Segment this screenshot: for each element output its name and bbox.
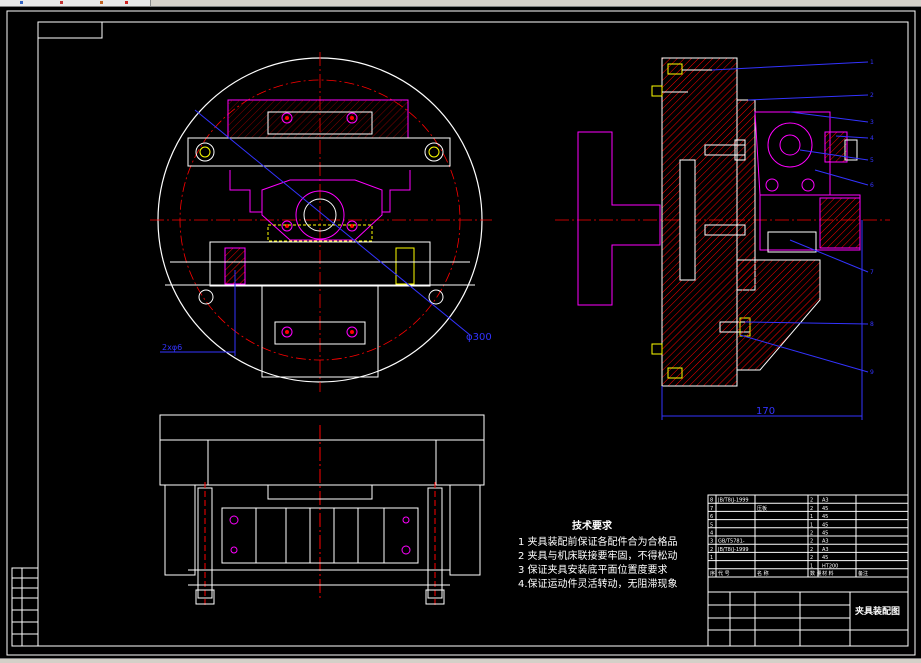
balloon-6: 6 — [870, 182, 874, 189]
parts-list-table: 8 JB/T8(J-1999 2 A3 7 压板 2 45 6 1 45 5 1 45 4 2 45 3 GB/T5… — [707, 494, 909, 578]
parts-row-3-qty: 1 — [810, 514, 813, 520]
balloon-9: 9 — [870, 369, 874, 376]
parts-row-9-qty: 1 — [810, 563, 813, 569]
parts-row-4-mat: 45 — [822, 522, 828, 528]
balloon-1: 1 — [870, 59, 874, 66]
balloon-5: 5 — [870, 157, 874, 164]
parts-header-5: 备注 — [858, 570, 868, 577]
parts-row-7-mat: A3 — [822, 547, 829, 553]
parts-row-6-mat: A3 — [822, 539, 829, 545]
balloon-2: 2 — [870, 92, 874, 99]
parts-row-5-mat: 45 — [822, 531, 828, 537]
parts-header-3: 数 量 — [810, 570, 822, 577]
balloon-3: 3 — [870, 119, 874, 126]
parts-row-6-qty: 2 — [810, 539, 813, 545]
tech-requirement-4: 4.保证运动件灵活转动，无阻滞现象 — [518, 577, 678, 590]
parts-row-2-no: 7 — [710, 506, 713, 512]
parts-row-6-code: GB/T5781- — [718, 539, 745, 545]
parts-row-7-code: JB/T8(J-1999 — [717, 547, 749, 553]
front-view: φ300 2xφ6 — [150, 52, 492, 392]
width-dimension: 170 — [756, 406, 775, 417]
parts-row-1-no: 8 — [710, 498, 713, 504]
window-bottom-strip — [0, 658, 921, 663]
diameter-dimension: φ300 — [466, 332, 492, 343]
parts-header-4: 材 料 — [822, 570, 834, 577]
parts-row-6-no: 3 — [710, 539, 713, 545]
tech-requirement-3: 3 保证夹具安装底平面位置度要求 — [518, 563, 668, 576]
tech-requirements-heading: 技术要求 — [572, 519, 613, 532]
parts-row-1-qty: 2 — [810, 498, 813, 504]
balloon-4: 4 — [870, 135, 874, 142]
balloon-8: 8 — [870, 321, 874, 328]
parts-row-1-mat: A3 — [822, 498, 829, 504]
parts-header-2: 名 称 — [757, 570, 769, 577]
parts-row-4-qty: 1 — [810, 522, 813, 528]
parts-row-3-no: 6 — [710, 514, 713, 520]
title-block: 夹具装配图 — [707, 576, 909, 647]
parts-row-7-no: 2 — [710, 547, 713, 553]
balloon-7: 7 — [870, 269, 874, 276]
parts-row-2-mat: 45 — [822, 506, 828, 512]
cad-drawing-canvas[interactable]: φ300 2xφ6 1 2 3 4 5 6 7 8 9 170 技术要求 1 夹… — [0, 0, 921, 663]
parts-row-1-code: JB/T8(J-1999 — [717, 498, 749, 504]
parts-header-0: 序 — [710, 570, 715, 577]
parts-row-4-no: 5 — [710, 522, 713, 528]
holes-dimension: 2xφ6 — [162, 343, 182, 352]
parts-row-9-mat: HT200 — [822, 563, 838, 569]
parts-header-1: 代 号 — [718, 570, 730, 577]
parts-row-2-name: 压板 — [757, 505, 767, 512]
parts-row-5-qty: 2 — [810, 531, 813, 537]
tech-requirement-1: 1 夹具装配前保证各配件合为合格品 — [518, 535, 678, 548]
tech-requirement-2: 2 夹具与机床联接要牢固，不得松动 — [518, 549, 678, 562]
drawing-title: 夹具装配图 — [855, 605, 900, 617]
technical-requirements: 技术要求 1 夹具装配前保证各配件合为合格品 2 夹具与机床联接要牢固，不得松动… — [518, 519, 678, 590]
parts-row-3-mat: 45 — [822, 514, 828, 520]
parts-row-8-qty: 2 — [810, 555, 813, 561]
bottom-view — [159, 414, 485, 608]
parts-row-5-no: 4 — [710, 531, 713, 537]
parts-row-2-qty: 2 — [810, 506, 813, 512]
parts-row-8-mat: 45 — [822, 555, 828, 561]
parts-row-8-no: 1 — [710, 555, 713, 561]
side-section-view: 1 2 3 4 5 6 7 8 9 170 — [555, 57, 890, 420]
parts-row-7-qty: 2 — [810, 547, 813, 553]
